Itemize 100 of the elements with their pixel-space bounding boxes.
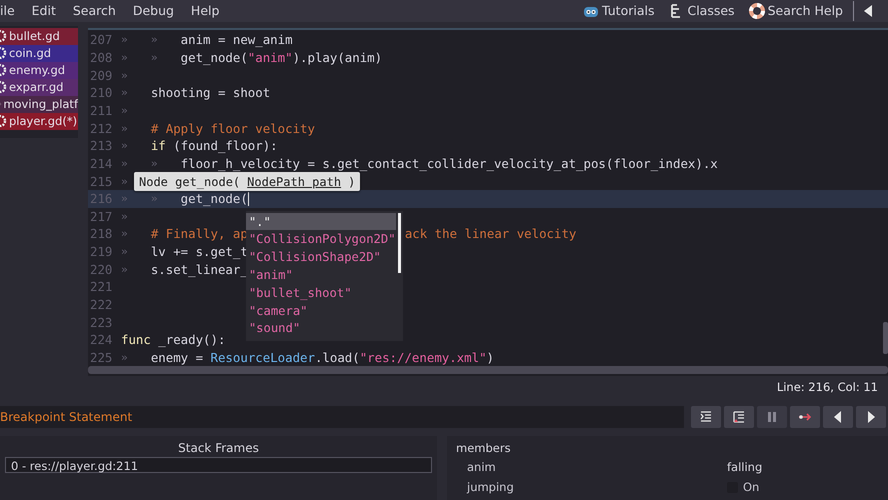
- help-link-label[interactable]: Tutorials: [602, 3, 654, 18]
- help-link[interactable]: Classes: [668, 2, 735, 19]
- stack-frame[interactable]: 0 - res://player.gd:211: [5, 457, 432, 473]
- completion-item[interactable]: "CollisionShape2D": [246, 248, 396, 266]
- tab-marker: »: [150, 50, 158, 64]
- code-token: func: [121, 332, 151, 348]
- code-token: get_node(: [180, 50, 248, 65]
- tab-marker: »: [121, 86, 128, 100]
- call-tip: Node get_node( NodePath path ): [134, 172, 360, 192]
- line-number: 225: [90, 350, 114, 366]
- tab-marker: »: [121, 104, 128, 117]
- scrollbar-thumb[interactable]: [883, 322, 888, 354]
- script-tab[interactable]: exparr.gd: [0, 78, 78, 96]
- property-value: falling: [727, 460, 762, 474]
- line-number: 213: [90, 138, 114, 154]
- script-tab[interactable]: bullet.gd: [0, 28, 78, 45]
- help-link-label[interactable]: Search Help: [768, 3, 843, 18]
- help-link[interactable]: Search Help: [748, 2, 843, 19]
- tab-marker: »: [121, 245, 128, 258]
- scrollbar-thumb[interactable]: [398, 212, 401, 273]
- code-token: ack the linear velocity: [404, 226, 576, 242]
- cursor-position: Line: 216, Col: 11: [776, 379, 879, 396]
- code-token: ).play(anim): [292, 50, 382, 65]
- completion-item[interactable]: "CollisionPolygon2D": [246, 230, 396, 248]
- tab-marker: »: [121, 68, 128, 82]
- completion-item[interactable]: "anim": [246, 266, 396, 284]
- completion-item[interactable]: "sound": [246, 319, 396, 338]
- help-link[interactable]: Tutorials: [583, 2, 654, 19]
- tab-marker: »: [121, 262, 128, 276]
- code-editor[interactable]: [88, 28, 888, 376]
- debug-button[interactable]: [724, 406, 754, 428]
- line-number: 215: [90, 174, 114, 189]
- debug-button[interactable]: [856, 406, 886, 428]
- code-token: get_node(: [180, 191, 248, 206]
- script-tab[interactable]: coin.gd: [0, 44, 78, 62]
- tab-marker: »: [121, 50, 128, 64]
- tab-marker: »: [150, 192, 158, 206]
- debug-button[interactable]: [823, 406, 853, 428]
- code-token: ResourceLoader: [210, 350, 315, 366]
- code-token: _ready():: [157, 332, 226, 348]
- tab-marker: »: [121, 351, 128, 364]
- line-number: 208: [90, 50, 114, 65]
- step-over-icon: [732, 410, 746, 424]
- menu-item[interactable]: ile: [0, 3, 15, 18]
- menu-item[interactable]: Debug: [132, 3, 174, 18]
- completion-item[interactable]: ".": [246, 212, 396, 230]
- line-number: 211: [90, 102, 114, 118]
- debug-button[interactable]: [691, 406, 721, 428]
- line-number: 210: [90, 85, 114, 100]
- tab-marker: »: [121, 156, 128, 170]
- text-cursor: [248, 192, 249, 206]
- menu-item[interactable]: Search: [72, 3, 116, 18]
- code-token: # Apply floor velocity: [150, 120, 315, 136]
- section-title: members: [455, 440, 512, 457]
- line-number: 219: [90, 244, 114, 260]
- line-number: 220: [90, 262, 114, 277]
- code-token: ): [486, 350, 494, 366]
- tab-marker: »: [121, 192, 128, 206]
- code-token: .load(: [314, 350, 360, 366]
- line-number: 218: [90, 226, 114, 242]
- menu-item[interactable]: Edit: [32, 3, 56, 18]
- property-name: anim: [467, 460, 497, 474]
- tab-marker: »: [121, 227, 128, 240]
- menu-item[interactable]: Help: [190, 3, 220, 18]
- line-number: 223: [90, 314, 114, 330]
- script-tab[interactable]: enemy.gd: [0, 62, 78, 79]
- tab-marker: »: [150, 156, 158, 170]
- line-number: 221: [90, 279, 114, 294]
- code-token: "anim": [248, 50, 293, 65]
- help-link-label[interactable]: Classes: [687, 3, 735, 18]
- code-token: shooting = shoot: [150, 85, 270, 100]
- code-token: if: [150, 138, 166, 154]
- tab-marker: »: [121, 210, 128, 223]
- step-into-icon: [699, 410, 713, 424]
- code-token: enemy =: [150, 350, 204, 366]
- debugger-message: Breakpoint Statement: [0, 406, 684, 428]
- line-number: 212: [90, 120, 114, 136]
- line-number: 217: [90, 208, 114, 224]
- completion-item[interactable]: "camera": [246, 302, 396, 320]
- tab-marker: »: [150, 33, 158, 46]
- line-number: 207: [90, 32, 114, 48]
- line-number: 214: [90, 156, 114, 171]
- panel-title: Stack Frames: [177, 440, 260, 457]
- back-arrow-icon[interactable]: [862, 4, 874, 18]
- script-tab[interactable]: moving_platf: [0, 96, 78, 113]
- tab-marker: »: [121, 174, 128, 188]
- property-name: jumping: [467, 480, 515, 494]
- checkbox[interactable]: On: [727, 480, 760, 494]
- completion-item[interactable]: "bullet_shoot": [246, 284, 396, 302]
- script-tab[interactable]: player.gd(*): [0, 112, 78, 130]
- tab-marker: »: [121, 33, 128, 46]
- tab-marker: »: [121, 139, 128, 152]
- code-token: floor_h_velocity = s.get_contact_collider_velocity_at_pos(floor_index).x: [180, 156, 718, 171]
- lifebuoy-icon: [748, 2, 765, 19]
- code-token: lv += s.get_t: [150, 244, 248, 260]
- line-number: 209: [90, 68, 114, 83]
- code-token: "res://enemy.xml": [360, 350, 487, 366]
- code-token: anim = new_anim: [180, 32, 293, 48]
- horizontal-scrollbar[interactable]: [88, 366, 888, 374]
- line-number: 222: [90, 297, 114, 312]
